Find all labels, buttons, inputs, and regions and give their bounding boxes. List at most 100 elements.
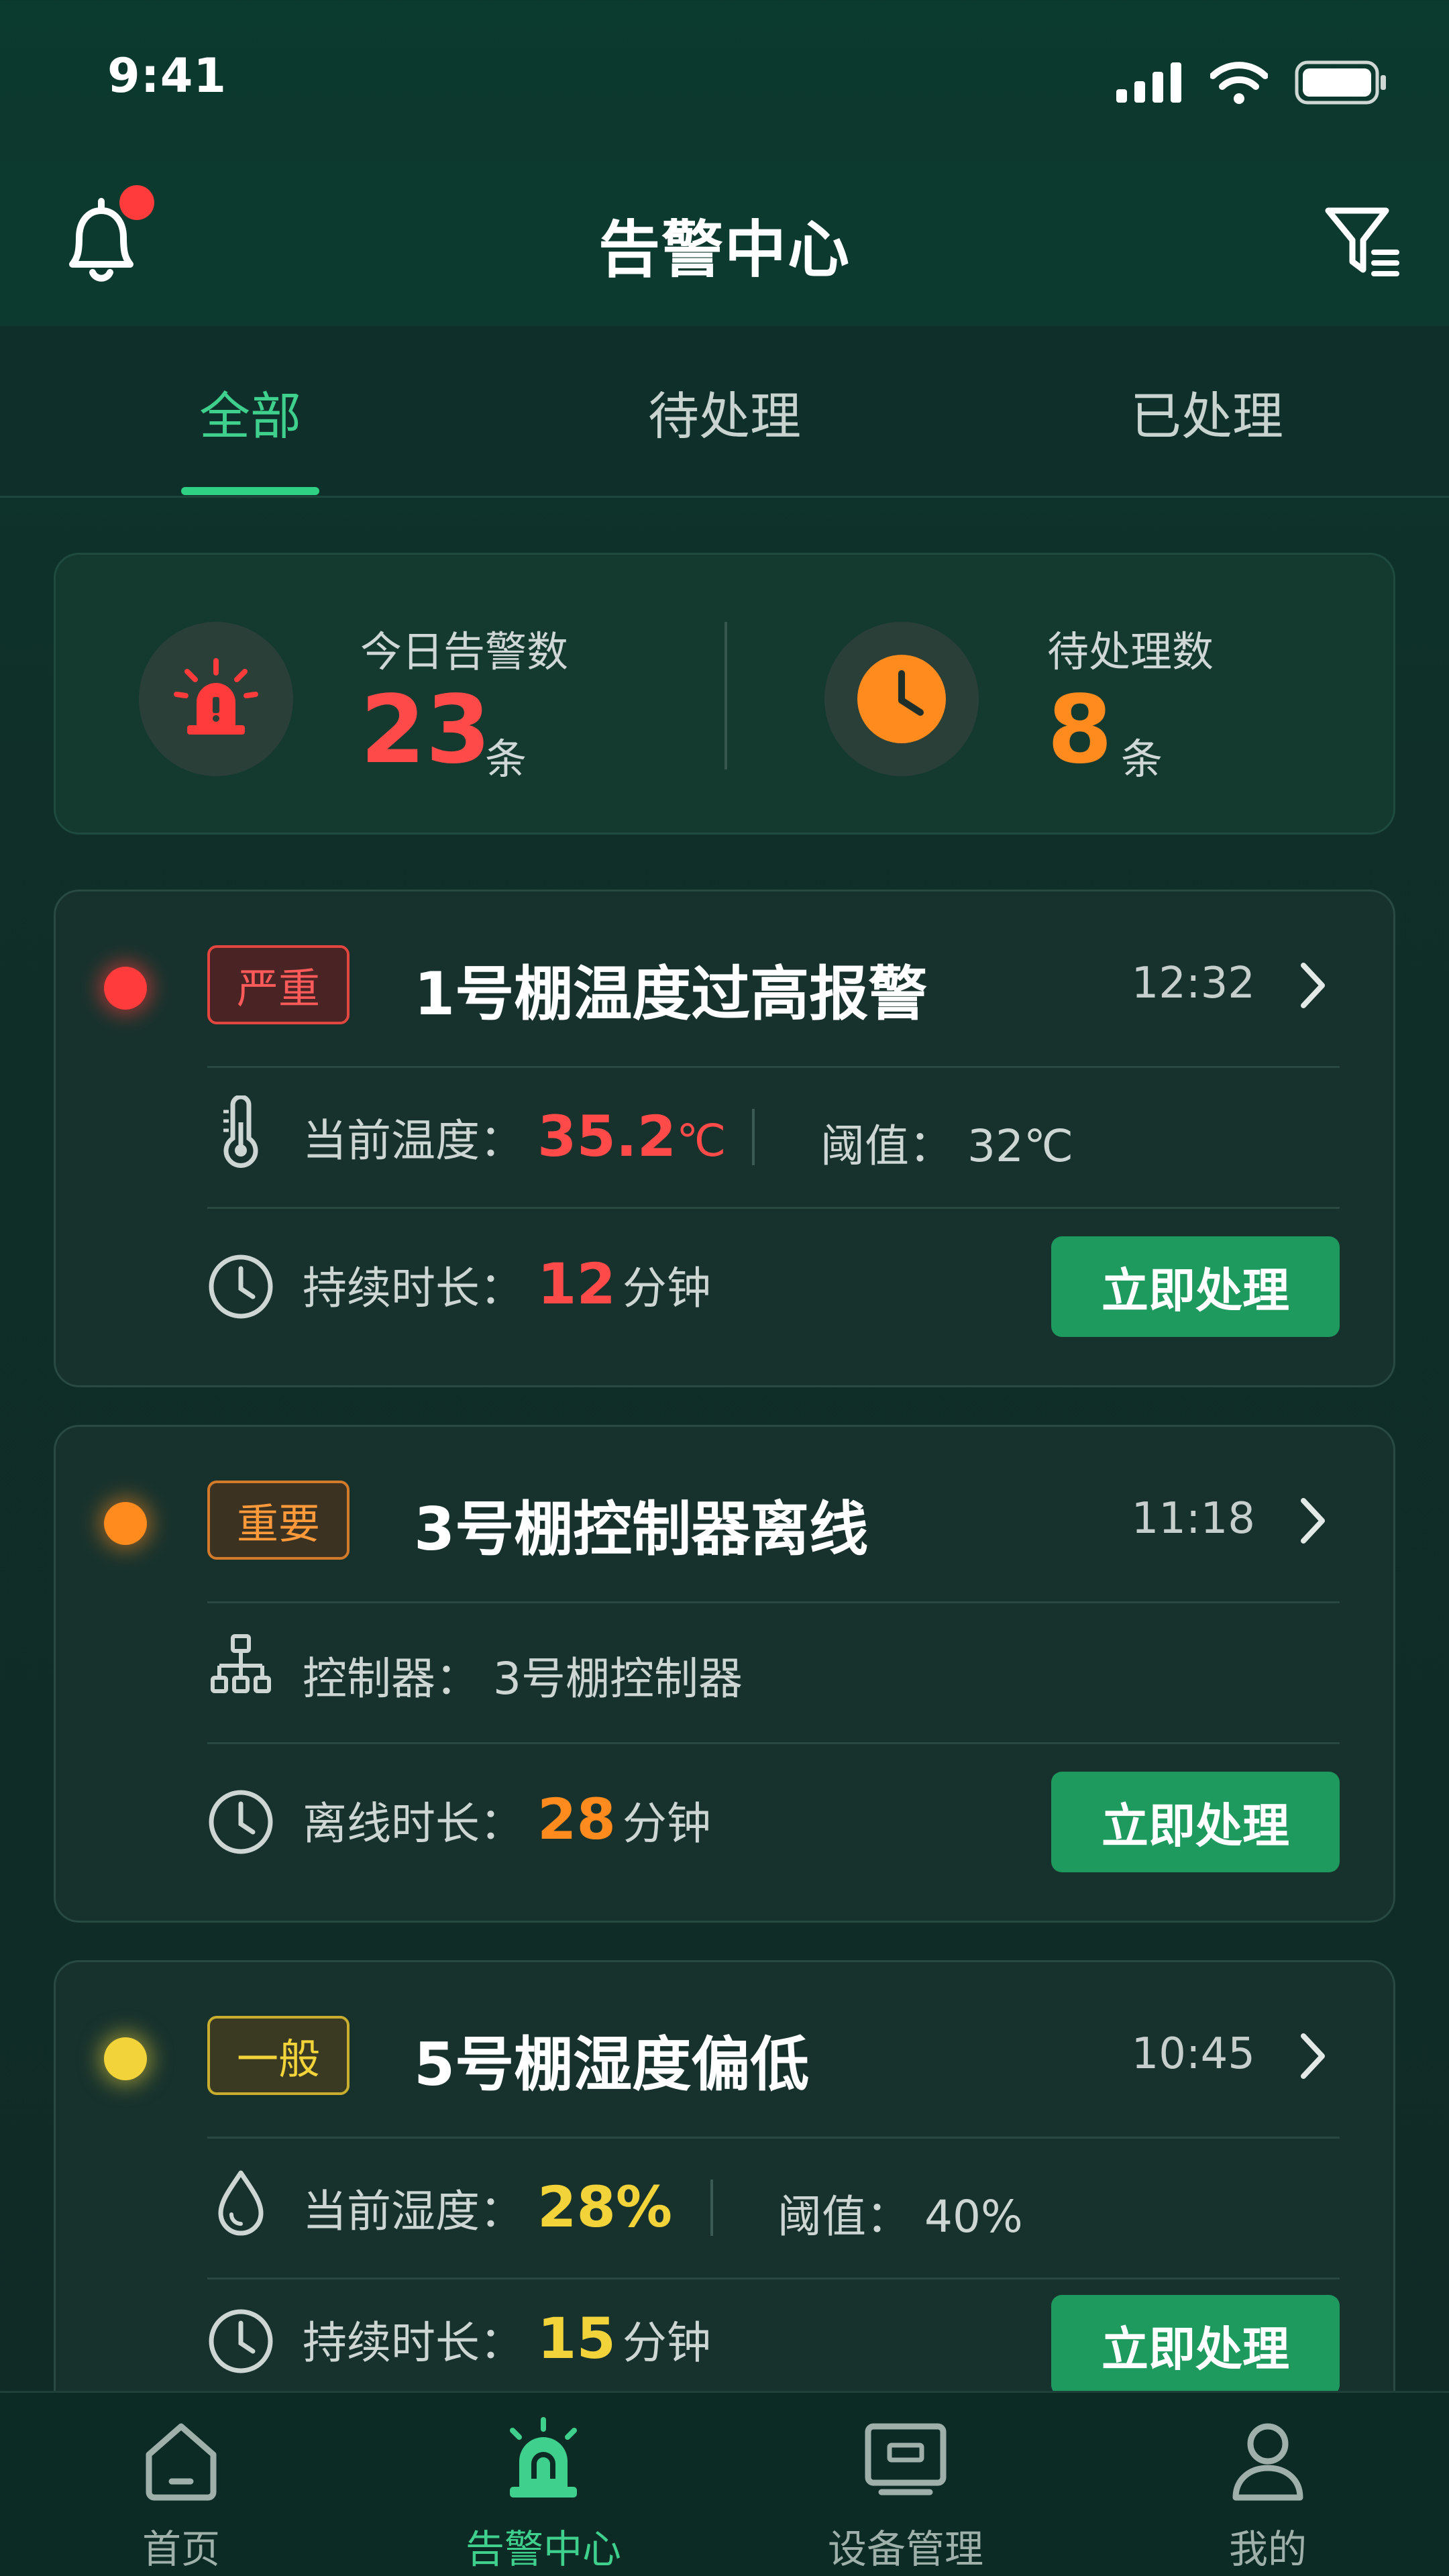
chevron-right-icon[interactable] — [1293, 2029, 1333, 2083]
today-alerts-label: 今日告警数 — [360, 627, 569, 676]
nav-label: 告警中心 — [465, 2526, 621, 2572]
alarm-icon — [510, 2417, 577, 2498]
tab-all[interactable]: 全部 — [13, 326, 487, 498]
nav-item-profile[interactable]: 我的 — [1087, 2393, 1449, 2576]
offline-duration-value: 28 — [537, 1786, 616, 1852]
pending-alerts-unit: 条 — [1121, 735, 1163, 784]
tab-processed[interactable]: 已处理 — [970, 326, 1444, 498]
alert-card[interactable]: 严重 1号棚温度过高报警 12:32 当前温度： 35.2 ℃ 阈值： 32℃ — [54, 890, 1395, 1387]
card-divider — [207, 1742, 1340, 1744]
card-divider — [207, 2137, 1340, 2139]
summary-card: 今日告警数 23 条 待处理数 8 条 — [54, 553, 1395, 835]
today-alerts-unit: 条 — [485, 735, 527, 784]
battery-icon — [1295, 60, 1386, 105]
alert-center-screen: 9:41 告警中心 全部 待处理 已处理 今日告警数 23 条 待处理数 8 条… — [0, 0, 1449, 2576]
temperature-label: 当前温度： — [303, 1115, 524, 1167]
siren-icon — [174, 658, 258, 735]
status-bar: 9:41 — [0, 0, 1449, 161]
pending-alerts-label: 待处理数 — [1047, 627, 1214, 676]
clock-icon-wrap — [824, 622, 979, 776]
handle-now-button[interactable]: 立即处理 — [1051, 2295, 1340, 2396]
nav-label: 我的 — [1228, 2526, 1307, 2572]
controller-label: 控制器： — [303, 1653, 480, 1705]
duration-value: 15 — [537, 2306, 616, 2371]
chevron-right-icon[interactable] — [1293, 959, 1333, 1012]
tab-pending[interactable]: 待处理 — [488, 326, 961, 498]
today-alerts-summary: 今日告警数 23 条 — [56, 555, 724, 837]
alert-title: 1号棚温度过高报警 — [414, 959, 928, 1028]
filter-icon[interactable] — [1322, 201, 1402, 282]
humidity-value: 28% — [537, 2174, 673, 2240]
alert-title: 3号棚控制器离线 — [414, 1495, 869, 1564]
alert-time: 12:32 — [1131, 959, 1255, 1008]
alert-card[interactable]: 重要 3号棚控制器离线 11:18 控制器： 3号棚控制器 离线时长： 28 分… — [54, 1425, 1395, 1923]
home-icon — [146, 2423, 217, 2501]
status-time: 9:41 — [107, 48, 227, 103]
card-divider — [207, 1601, 1340, 1603]
wifi-icon — [1210, 62, 1268, 104]
siren-icon-wrap — [139, 622, 293, 776]
offline-duration-reading: 离线时长： 28 分钟 — [303, 1786, 711, 1852]
pending-alerts-count: 8 — [1047, 676, 1113, 785]
clock-outline-icon — [209, 1790, 273, 1854]
alert-card[interactable]: 一般 5号棚湿度偏低 10:45 当前湿度： 28% 阈值： 40% 持续时长：… — [54, 1960, 1395, 2458]
duration-value: 12 — [537, 1251, 616, 1317]
offline-duration-unit: 分钟 — [622, 1798, 711, 1849]
threshold-text: 阈值： 32℃ — [820, 1120, 1074, 1172]
temperature-value: 35.2 — [537, 1104, 677, 1169]
severity-badge: 重要 — [207, 1481, 350, 1560]
humidity-label: 当前湿度： — [303, 2186, 524, 2237]
today-alerts-count: 23 — [360, 676, 491, 785]
humidity-reading: 当前湿度： 28% — [303, 2174, 679, 2240]
thermometer-icon — [223, 1095, 258, 1168]
chevron-right-icon[interactable] — [1293, 1494, 1333, 1548]
device-icon — [865, 2423, 947, 2496]
severity-badge: 严重 — [207, 945, 350, 1024]
controller-value: 3号棚控制器 — [493, 1653, 743, 1705]
card-divider — [207, 1207, 1340, 1209]
card-divider — [207, 2277, 1340, 2279]
clock-outline-icon — [209, 1254, 273, 1319]
pending-alerts-summary: 待处理数 8 条 — [727, 555, 1397, 837]
severity-dot — [104, 1502, 147, 1545]
row-separator — [710, 2180, 713, 2236]
severity-badge: 一般 — [207, 2016, 350, 2095]
status-icons — [1116, 59, 1389, 106]
network-topology-icon — [211, 1634, 271, 1693]
row-separator — [752, 1109, 755, 1165]
temperature-reading: 当前温度： 35.2 ℃ — [303, 1104, 726, 1169]
nav-label: 设备管理 — [827, 2526, 983, 2572]
nav-item-home[interactable]: 首页 — [0, 2393, 362, 2576]
duration-label: 持续时长： — [303, 1263, 524, 1314]
water-drop-icon — [218, 2170, 264, 2236]
filter-tabs: 全部 待处理 已处理 — [0, 326, 1449, 498]
active-tab-indicator — [181, 487, 319, 495]
user-icon — [1232, 2423, 1303, 2501]
signal-icon — [1116, 62, 1181, 103]
severity-dot — [104, 967, 147, 1010]
offline-duration-label: 离线时长： — [303, 1798, 524, 1849]
nav-label: 首页 — [142, 2526, 220, 2572]
card-divider — [207, 1066, 1340, 1068]
controller-info: 控制器： 3号棚控制器 — [303, 1643, 743, 1707]
duration-label: 持续时长： — [303, 2317, 524, 2369]
handle-now-button[interactable]: 立即处理 — [1051, 1772, 1340, 1872]
alert-title: 5号棚湿度偏低 — [414, 2030, 810, 2099]
duration-unit: 分钟 — [622, 2317, 711, 2369]
duration-reading: 持续时长： 12 分钟 — [303, 1251, 711, 1317]
alert-time: 10:45 — [1131, 2029, 1255, 2079]
clock-icon — [857, 655, 946, 743]
threshold-text: 阈值： 40% — [777, 2191, 1023, 2243]
severity-dot — [104, 2037, 147, 2080]
nav-item-alert-center[interactable]: 告警中心 — [362, 2393, 724, 2576]
alert-time: 11:18 — [1131, 1494, 1255, 1544]
handle-now-button[interactable]: 立即处理 — [1051, 1236, 1340, 1337]
app-header: 告警中心 — [0, 161, 1449, 326]
clock-outline-icon — [209, 2309, 273, 2373]
duration-unit: 分钟 — [622, 1263, 711, 1314]
page-title: 告警中心 — [598, 214, 851, 286]
temperature-unit: ℃ — [676, 1115, 727, 1167]
duration-reading: 持续时长： 15 分钟 — [303, 2306, 711, 2371]
bottom-nav: 首页 告警中心 设备管理 我的 — [0, 2391, 1449, 2576]
nav-item-device-management[interactable]: 设备管理 — [724, 2393, 1087, 2576]
